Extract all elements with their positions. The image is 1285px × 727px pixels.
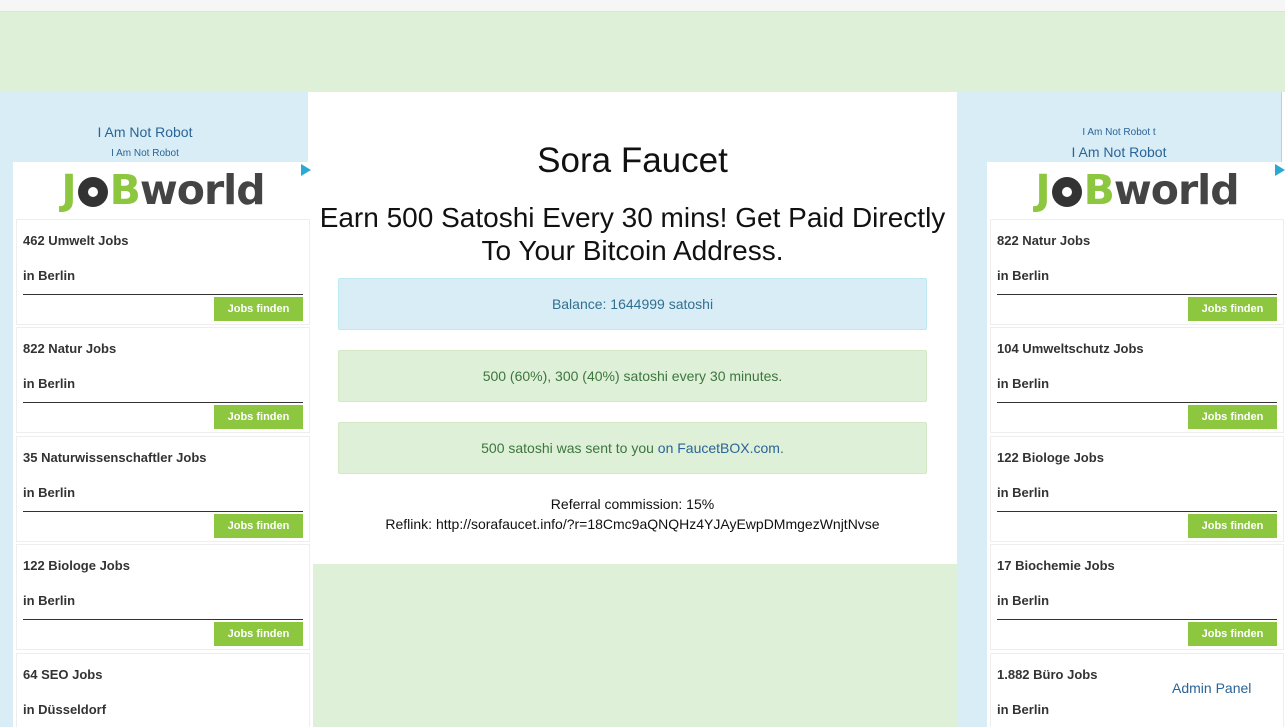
right-robot-link-1[interactable]: I Am Not Robot t xyxy=(957,127,1281,138)
divider xyxy=(997,402,1277,403)
job-item[interactable]: 104 Umweltschutz Jobs in Berlin Jobs finde… xyxy=(990,327,1284,433)
jobs-finden-button[interactable]: Jobs finden xyxy=(1188,514,1277,538)
divider xyxy=(997,619,1277,620)
job-count: 122 Biologe Jobs xyxy=(23,558,130,573)
divider xyxy=(23,619,303,620)
divider xyxy=(997,511,1277,512)
right-job-ad[interactable]: J Bworld 822 Natur Jobs in Berlin Jobs find… xyxy=(987,162,1285,727)
job-city: in Düsseldorf xyxy=(23,702,107,717)
reflink: Reflink: http://sorafaucet.info/?r=18Cmc… xyxy=(385,516,880,532)
jobworld-logo[interactable]: J Bworld xyxy=(987,168,1285,212)
job-count: 35 Naturwissenschaftler Jobs xyxy=(23,450,207,465)
jobs-finden-button[interactable]: Jobs finden xyxy=(214,622,303,646)
job-city: in Berlin xyxy=(997,485,1050,500)
job-item[interactable]: 822 Natur Jobs in Berlin Jobs finden xyxy=(16,327,310,433)
job-count: 104 Umweltschutz Jobs xyxy=(997,341,1144,356)
divider xyxy=(23,511,303,512)
job-item[interactable]: 64 SEO Jobs in Düsseldorf xyxy=(16,653,310,727)
page-title: Sora Faucet xyxy=(537,141,728,180)
jobworld-logo[interactable]: J Bworld xyxy=(13,168,313,212)
job-item[interactable]: 122 Biologe Jobs in Berlin Jobs finden xyxy=(990,436,1284,542)
job-city: in Berlin xyxy=(23,376,76,391)
jobs-finden-button[interactable]: Jobs finden xyxy=(214,514,303,538)
logo-eye-icon xyxy=(77,177,108,207)
job-count: 822 Natur Jobs xyxy=(997,233,1091,248)
left-job-ad[interactable]: J Bworld 462 Umwelt Jobs in Berlin Jobs fin… xyxy=(13,162,313,727)
job-count: 17 Biochemie Jobs xyxy=(997,558,1115,573)
job-count: 64 SEO Jobs xyxy=(23,667,103,682)
sent-alert: 500 satoshi was sent to you on FaucetBOX… xyxy=(338,422,927,474)
left-robot-link-1[interactable]: I Am Not Robot xyxy=(0,124,290,140)
job-count: 122 Biologe Jobs xyxy=(997,450,1104,465)
sent-period: . xyxy=(779,440,784,456)
referral-commission: Referral commission: 15% xyxy=(550,496,715,512)
job-city: in Berlin xyxy=(997,593,1050,608)
top-banner-ad xyxy=(0,12,1285,92)
divider xyxy=(23,402,303,403)
job-city: in Berlin xyxy=(23,268,76,283)
job-city: in Berlin xyxy=(997,702,1050,717)
job-city: in Berlin xyxy=(23,593,76,608)
faucetbox-link[interactable]: on FaucetBOX.com xyxy=(658,440,780,456)
jobs-finden-button[interactable]: Jobs finden xyxy=(214,297,303,321)
bottom-ad-area xyxy=(313,564,957,727)
job-item[interactable]: 122 Biologe Jobs in Berlin Jobs finden xyxy=(16,544,310,650)
job-count: 1.882 Büro Jobs xyxy=(997,667,1098,682)
page-subtitle: Earn 500 Satoshi Every 30 mins! Get Paid… xyxy=(319,202,946,266)
job-item[interactable]: 462 Umwelt Jobs in Berlin Jobs finden xyxy=(16,219,310,325)
job-city: in Berlin xyxy=(997,268,1050,283)
jobs-finden-button[interactable]: Jobs finden xyxy=(1188,405,1277,429)
job-city: in Berlin xyxy=(23,485,76,500)
job-item[interactable]: 17 Biochemie Jobs in Berlin Jobs finden xyxy=(990,544,1284,650)
jobs-finden-button[interactable]: Jobs finden xyxy=(214,405,303,429)
left-robot-link-2[interactable]: I Am Not Robot xyxy=(0,148,290,159)
logo-eye-icon xyxy=(1051,177,1082,207)
job-item[interactable]: 35 Naturwissenschaftler Jobs in Berlin Job… xyxy=(16,436,310,542)
job-city: in Berlin xyxy=(997,376,1050,391)
jobs-finden-button[interactable]: Jobs finden xyxy=(1188,622,1277,646)
right-robot-link-2[interactable]: I Am Not Robot xyxy=(957,144,1281,160)
balance-alert: Balance: 1644999 satoshi xyxy=(338,278,927,330)
divider xyxy=(997,294,1277,295)
sent-text: 500 satoshi was sent to you xyxy=(481,440,658,456)
jobs-finden-button[interactable]: Jobs finden xyxy=(1188,297,1277,321)
admin-panel-link[interactable]: Admin Panel xyxy=(1172,680,1251,696)
divider xyxy=(23,294,303,295)
rewards-alert: 500 (60%), 300 (40%) satoshi every 30 mi… xyxy=(338,350,927,402)
top-bar xyxy=(0,0,1285,12)
job-count: 462 Umwelt Jobs xyxy=(23,233,129,248)
job-item[interactable]: 822 Natur Jobs in Berlin Jobs finden xyxy=(990,219,1284,325)
job-count: 822 Natur Jobs xyxy=(23,341,117,356)
